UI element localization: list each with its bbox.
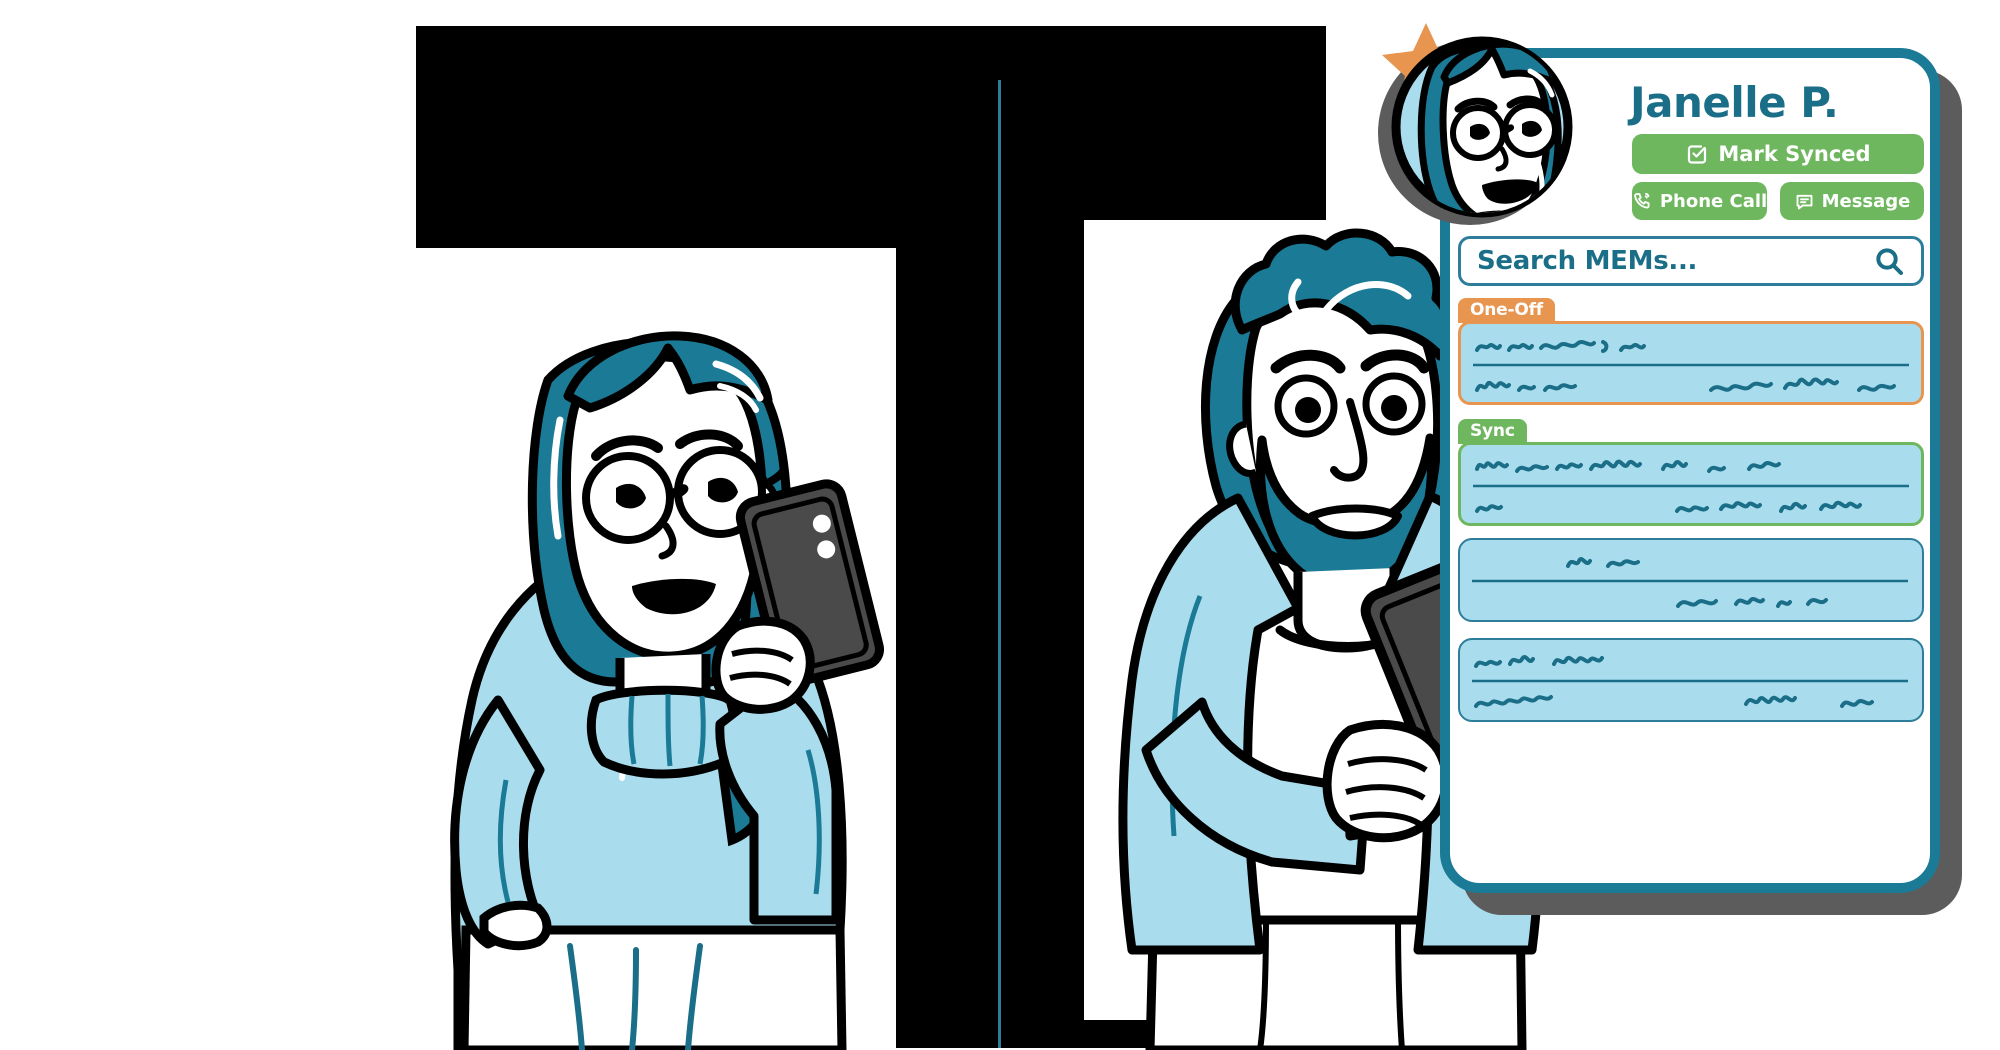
- mem-card[interactable]: [1458, 538, 1924, 622]
- mark-synced-label: Mark Synced: [1718, 142, 1871, 166]
- mem-list[interactable]: One-Off Sync: [1458, 298, 1924, 838]
- check-square-icon: [1688, 145, 1707, 164]
- scribble-text: [1472, 655, 1908, 708]
- illustration-woman: [450, 331, 884, 1050]
- message-label: Message: [1821, 190, 1911, 212]
- phone-ring-icon: [1633, 192, 1650, 209]
- mem-card[interactable]: [1458, 638, 1924, 722]
- mem-group-sync[interactable]: Sync: [1458, 419, 1924, 526]
- mem-group-one-off[interactable]: One-Off: [1458, 298, 1924, 405]
- message-button[interactable]: Message: [1780, 182, 1924, 220]
- phone-call-label: Phone Call: [1659, 190, 1768, 212]
- search-icon[interactable]: [1873, 245, 1905, 277]
- mem-card[interactable]: [1458, 321, 1924, 405]
- mem-tag-one-off: One-Off: [1458, 298, 1555, 323]
- scene-root: Janelle P. Mark Synced Phone Call Messag…: [0, 0, 2000, 1050]
- scribble-text: [1472, 557, 1908, 608]
- phone-call-button[interactable]: Phone Call: [1632, 182, 1767, 220]
- scribble-text: [1473, 459, 1909, 513]
- scribble-text: [1473, 340, 1909, 392]
- chat-bubble-icon: [1796, 194, 1813, 209]
- mark-synced-button[interactable]: Mark Synced: [1632, 134, 1924, 174]
- contact-name: Janelle P.: [1630, 78, 1839, 127]
- mem-tag-sync: Sync: [1458, 419, 1527, 444]
- avatar[interactable]: [1330, 5, 1590, 265]
- mem-card[interactable]: [1458, 442, 1924, 526]
- frame-divider-line: [998, 80, 1001, 1048]
